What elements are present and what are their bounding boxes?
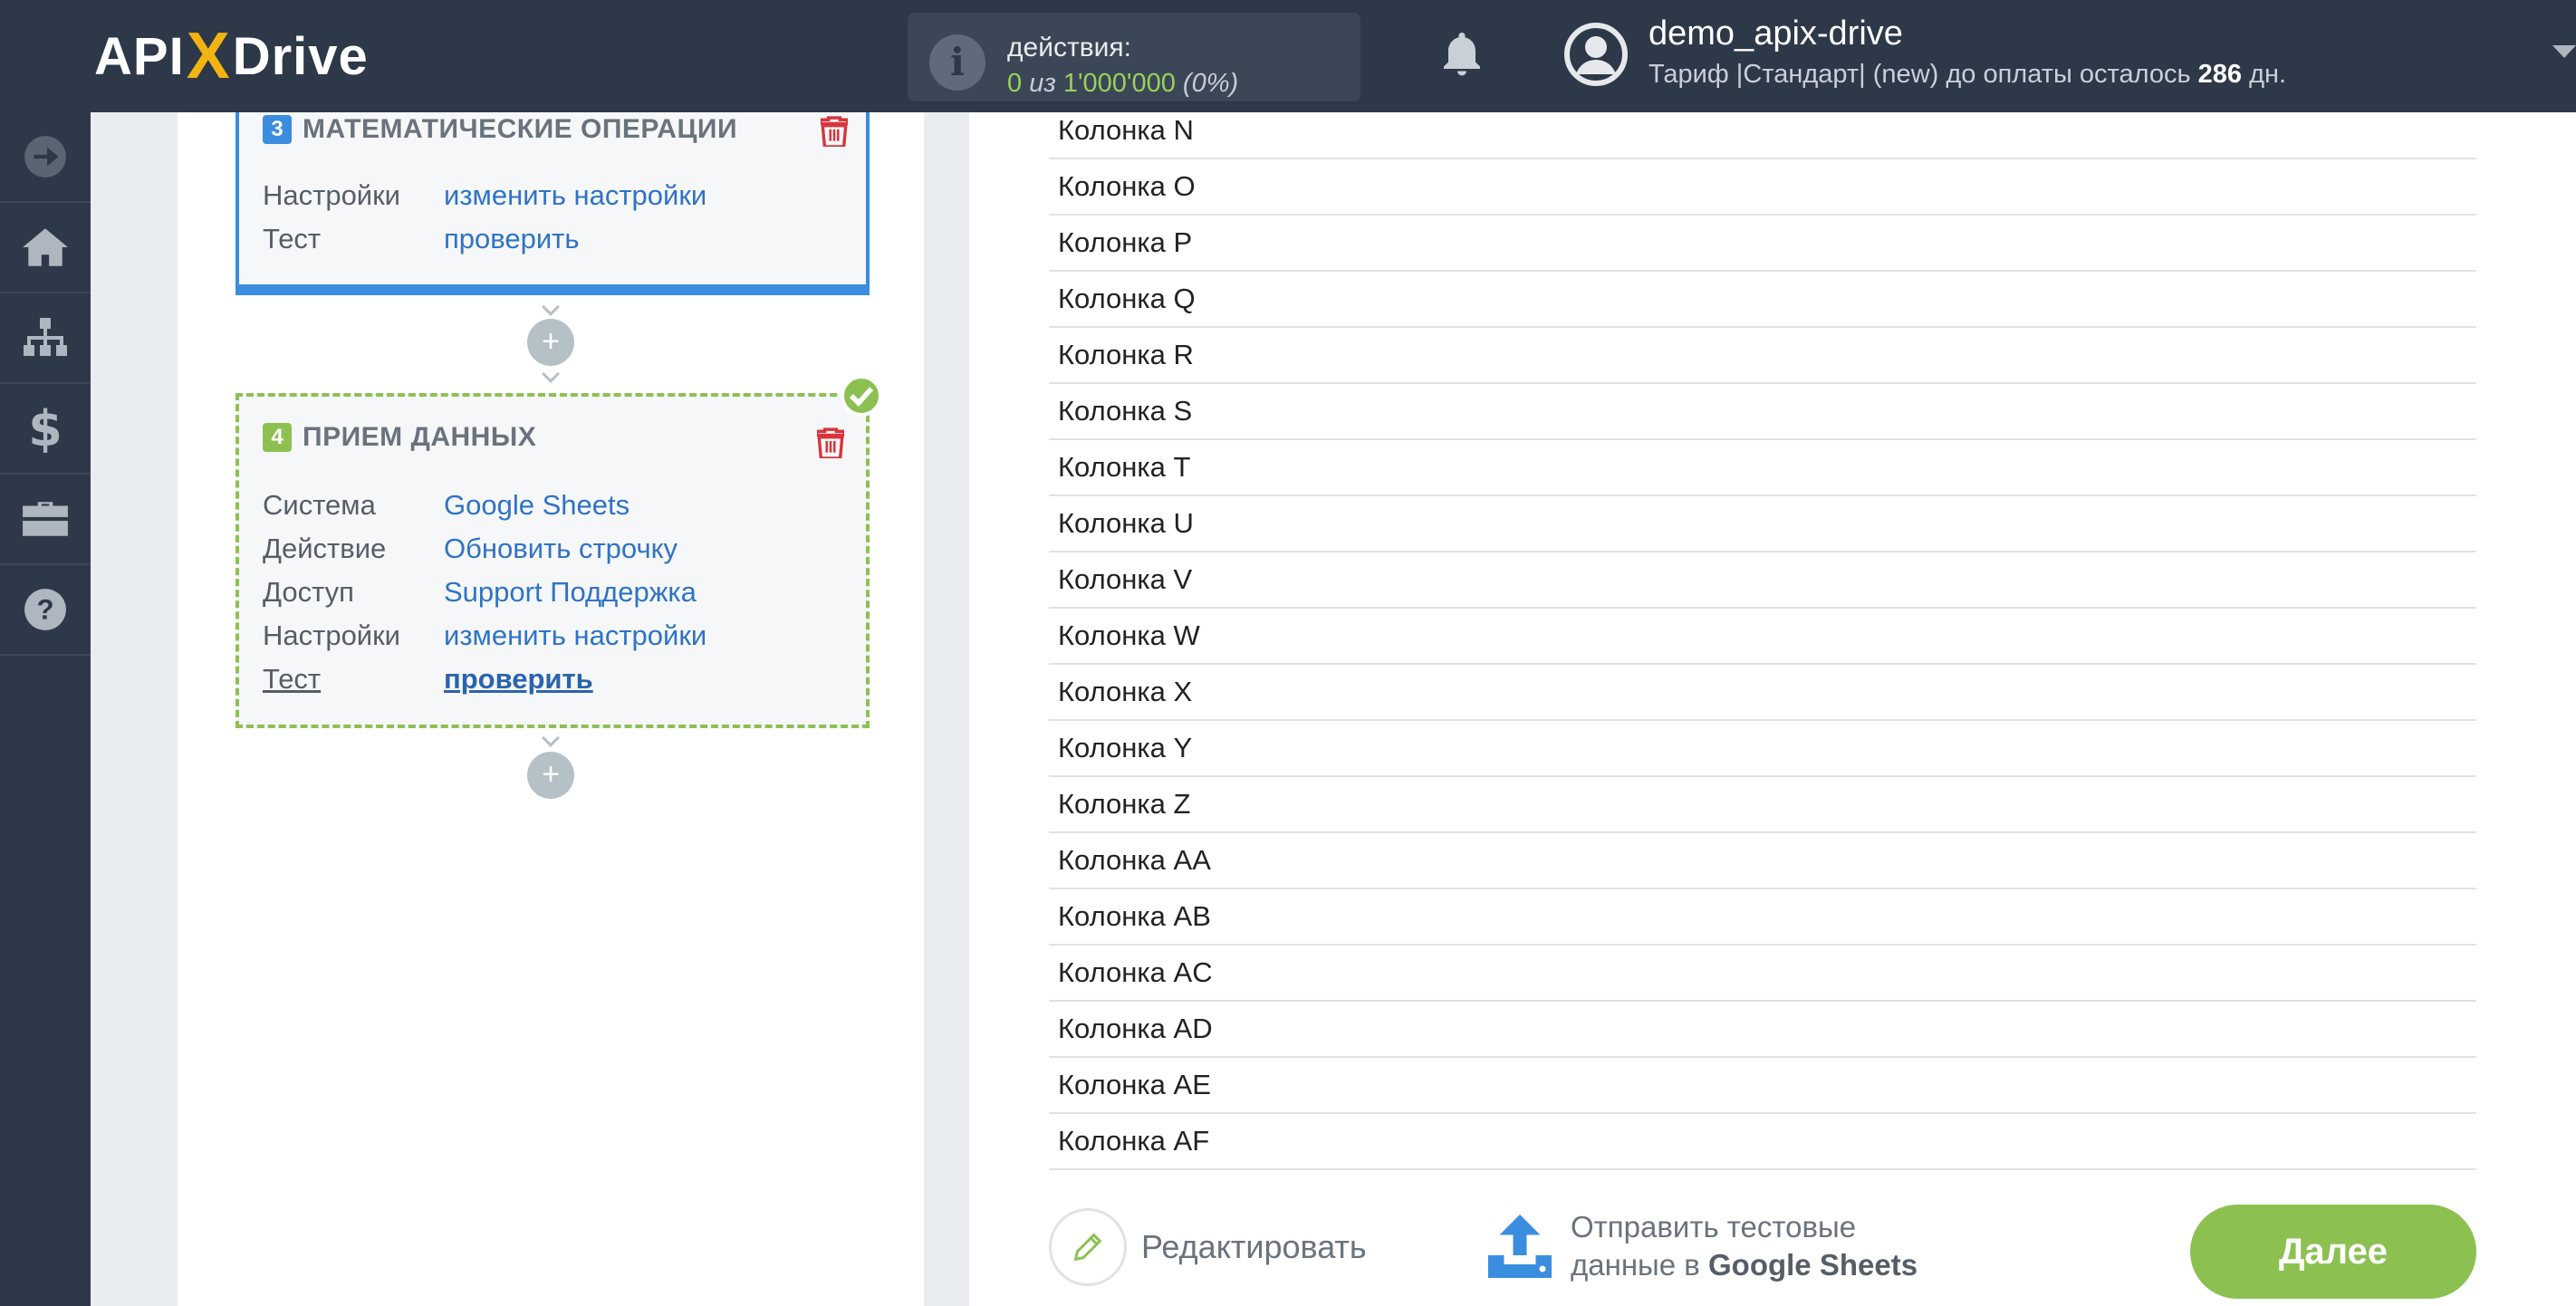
next-button[interactable]: Далее (2190, 1205, 2476, 1299)
top-header: API X Drive i действия: 0 из 1'000'000 (0%… (0, 0, 2576, 112)
trash-icon[interactable] (817, 427, 844, 458)
change-settings-link[interactable]: изменить настройки (444, 179, 706, 211)
sidebar-item-home[interactable] (0, 203, 91, 293)
user-plan: Тариф |Стандарт| (new) до оплаты осталос… (1648, 60, 2287, 89)
send-test-data-button[interactable]: Отправить тестовые данные в Google Sheet… (1484, 1208, 1918, 1284)
sidebar-item-flows[interactable] (0, 293, 91, 384)
list-item: Колонка Z (1049, 777, 2476, 833)
info-icon: i (929, 34, 985, 91)
step-card-math-operations: 3 МАТЕМАТИЧЕСКИЕ ОПЕРАЦИИ Настройки измен… (235, 112, 870, 295)
list-item: Колонка AE (1049, 1058, 2476, 1114)
trash-icon[interactable] (821, 116, 848, 147)
apixdrive-logo[interactable]: API X Drive (94, 20, 369, 92)
access-link[interactable]: Support Поддержка (444, 576, 697, 608)
user-name[interactable]: demo_apix-drive (1648, 14, 1903, 53)
add-step-button[interactable]: + (527, 752, 574, 799)
left-sidebar: $ ? (0, 112, 91, 1306)
sitemap-icon (24, 318, 67, 356)
list-item: Колонка AF (1049, 1114, 2476, 1170)
check-link[interactable]: проверить (444, 663, 593, 695)
list-item: Колонка T (1049, 440, 2476, 496)
help-icon: ? (24, 589, 66, 630)
step-title: ПРИЕМ ДАННЫХ (303, 422, 537, 452)
list-item: Колонка P (1049, 216, 2476, 272)
sidebar-item-help[interactable]: ? (0, 565, 91, 656)
list-item: Колонка Y (1049, 721, 2476, 777)
list-item: Колонка U (1049, 496, 2476, 552)
list-item: Колонка AA (1049, 833, 2476, 889)
step-row-settings: Настройки изменить настройки (263, 619, 707, 651)
list-item: Колонка N (1049, 103, 2476, 159)
list-item: Колонка AD (1049, 1002, 2476, 1058)
action-link[interactable]: Обновить строчку (444, 533, 678, 564)
edit-button[interactable]: Редактировать (1049, 1208, 1367, 1286)
bell-icon[interactable] (1435, 27, 1489, 83)
list-item: Колонка AC (1049, 946, 2476, 1002)
step-row-access: Доступ Support Поддержка (263, 576, 697, 608)
list-item: Колонка V (1049, 552, 2476, 609)
add-step-button[interactable]: + (527, 319, 574, 366)
actions-title: действия: (1007, 33, 1131, 62)
list-item: Колонка R (1049, 328, 2476, 384)
user-menu-chevron-icon[interactable] (2552, 45, 2576, 58)
system-link[interactable]: Google Sheets (444, 489, 630, 521)
step-row-system: Система Google Sheets (263, 489, 630, 521)
list-item: Колонка AB (1049, 889, 2476, 946)
home-icon (23, 228, 68, 266)
edit-label: Редактировать (1141, 1228, 1367, 1265)
step-row-action: Действие Обновить строчку (263, 533, 678, 564)
actions-usage: 0 из 1'000'000 (0%) (1007, 69, 1239, 98)
step-number-badge: 4 (263, 423, 292, 452)
step-complete-check-icon (841, 375, 882, 417)
step-row-test: Тест проверить (263, 663, 593, 695)
list-item: Колонка Q (1049, 272, 2476, 328)
send-test-data-label: Отправить тестовые данные в Google Sheet… (1571, 1210, 1918, 1282)
upload-icon (1488, 1215, 1552, 1278)
list-item: Колонка S (1049, 384, 2476, 440)
user-avatar-icon[interactable] (1563, 22, 1629, 87)
svg-text:?: ? (36, 593, 53, 625)
sidebar-item-billing[interactable]: $ (0, 384, 91, 475)
dollar-icon: $ (28, 399, 62, 457)
step-title: МАТЕМАТИЧЕСКИЕ ОПЕРАЦИИ (303, 114, 738, 144)
list-item: Колонка O (1049, 159, 2476, 216)
check-link[interactable]: проверить (444, 223, 580, 254)
pencil-icon (1049, 1208, 1127, 1286)
step-row-settings: Настройки изменить настройки (263, 179, 707, 211)
change-settings-link[interactable]: изменить настройки (444, 619, 706, 651)
step-row-test: Тест проверить (263, 223, 580, 254)
step-header: 3 МАТЕМАТИЧЕСКИЕ ОПЕРАЦИИ (263, 114, 737, 145)
sidebar-item-collapse[interactable] (0, 112, 91, 203)
actions-counter: i действия: 0 из 1'000'000 (0%) (908, 13, 1360, 101)
sidebar-item-projects[interactable] (0, 475, 91, 565)
step-card-receive-data: 4 ПРИЕМ ДАННЫХ Система Google Sheets Дейс… (235, 393, 870, 728)
columns-list: Колонка N Колонка O Колонка P Колонка Q … (1049, 103, 2476, 1170)
list-item: Колонка X (1049, 665, 2476, 721)
step-header: 4 ПРИЕМ ДАННЫХ (263, 422, 536, 453)
briefcase-icon (23, 502, 68, 536)
arrow-right-icon (24, 136, 66, 178)
list-item: Колонка W (1049, 609, 2476, 665)
step-number-badge: 3 (263, 115, 292, 144)
